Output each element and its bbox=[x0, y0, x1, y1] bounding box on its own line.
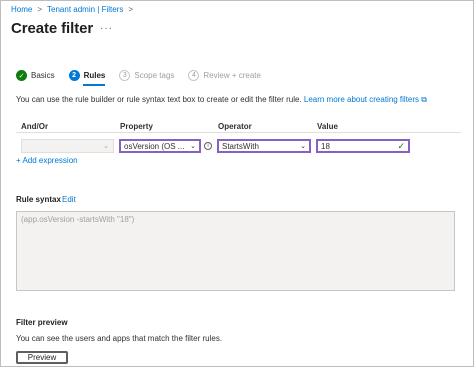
column-header-operator: Operator bbox=[218, 122, 252, 131]
check-icon: ✓ bbox=[16, 70, 27, 81]
learn-more-link[interactable]: Learn more about creating filters ⧉ bbox=[304, 95, 427, 104]
breadcrumb-home[interactable]: Home bbox=[11, 5, 32, 14]
more-options-icon[interactable]: ··· bbox=[100, 23, 113, 34]
rules-description: You can use the rule builder or rule syn… bbox=[16, 95, 427, 105]
value-text: 18 bbox=[321, 141, 330, 151]
step-label: Review + create bbox=[203, 71, 261, 80]
breadcrumb-separator: > bbox=[37, 5, 43, 14]
step-rules[interactable]: 2 Rules bbox=[68, 70, 106, 81]
add-expression-link[interactable]: + Add expression bbox=[16, 156, 78, 165]
step-number-icon: 3 bbox=[119, 70, 131, 81]
value-input[interactable]: 18 ✓ bbox=[316, 139, 410, 153]
learn-more-link-text: Learn more about creating filters bbox=[303, 95, 420, 104]
property-value: osVersion (OS ... bbox=[124, 141, 185, 151]
filter-preview-title: Filter preview bbox=[16, 318, 68, 327]
step-label: Rules bbox=[83, 71, 106, 80]
step-label: Basics bbox=[31, 71, 55, 80]
column-header-property: Property bbox=[120, 122, 153, 131]
info-icon[interactable]: i bbox=[204, 142, 212, 150]
filter-preview-description: You can see the users and apps that matc… bbox=[16, 334, 223, 343]
step-basics[interactable]: ✓ Basics bbox=[16, 70, 55, 81]
operator-dropdown[interactable]: StartsWith ⌄ bbox=[217, 139, 311, 153]
rule-syntax-edit-link[interactable]: Edit bbox=[62, 195, 76, 204]
chevron-down-icon: ⌄ bbox=[103, 143, 109, 150]
check-icon: ✓ bbox=[397, 140, 405, 151]
breadcrumb: Home > Tenant admin | Filters > bbox=[11, 5, 133, 14]
column-header-value: Value bbox=[317, 122, 338, 131]
page-title: Create filter bbox=[11, 20, 94, 37]
chevron-down-icon: ⌄ bbox=[300, 143, 306, 150]
operator-value: StartsWith bbox=[222, 141, 259, 151]
rule-syntax-textbox[interactable]: (app.osVersion -startsWith "18") bbox=[16, 211, 455, 291]
external-link-icon: ⧉ bbox=[421, 95, 427, 104]
step-number-icon: 4 bbox=[188, 70, 200, 81]
step-review-create[interactable]: 4 Review + create bbox=[188, 70, 261, 81]
step-scope-tags[interactable]: 3 Scope tags bbox=[119, 70, 174, 81]
property-dropdown[interactable]: osVersion (OS ... ⌄ bbox=[119, 139, 201, 153]
step-number-icon: 2 bbox=[68, 70, 80, 81]
preview-button[interactable]: Preview bbox=[16, 351, 68, 364]
column-header-and-or: And/Or bbox=[21, 122, 49, 131]
active-step-indicator bbox=[83, 84, 105, 86]
and-or-dropdown[interactable]: ⌄ bbox=[21, 139, 114, 153]
chevron-down-icon: ⌄ bbox=[190, 143, 196, 150]
page-frame: Home > Tenant admin | Filters > Create f… bbox=[0, 0, 474, 367]
breadcrumb-tenant-admin-filters[interactable]: Tenant admin | Filters bbox=[47, 5, 123, 14]
breadcrumb-separator: > bbox=[128, 5, 134, 14]
wizard-steps: ✓ Basics 2 Rules 3 Scope tags 4 Review +… bbox=[16, 70, 275, 81]
table-divider bbox=[16, 132, 461, 133]
step-label: Scope tags bbox=[134, 71, 175, 80]
description-text: You can use the rule builder or rule syn… bbox=[16, 95, 302, 104]
rule-syntax-title: Rule syntax bbox=[16, 195, 61, 204]
